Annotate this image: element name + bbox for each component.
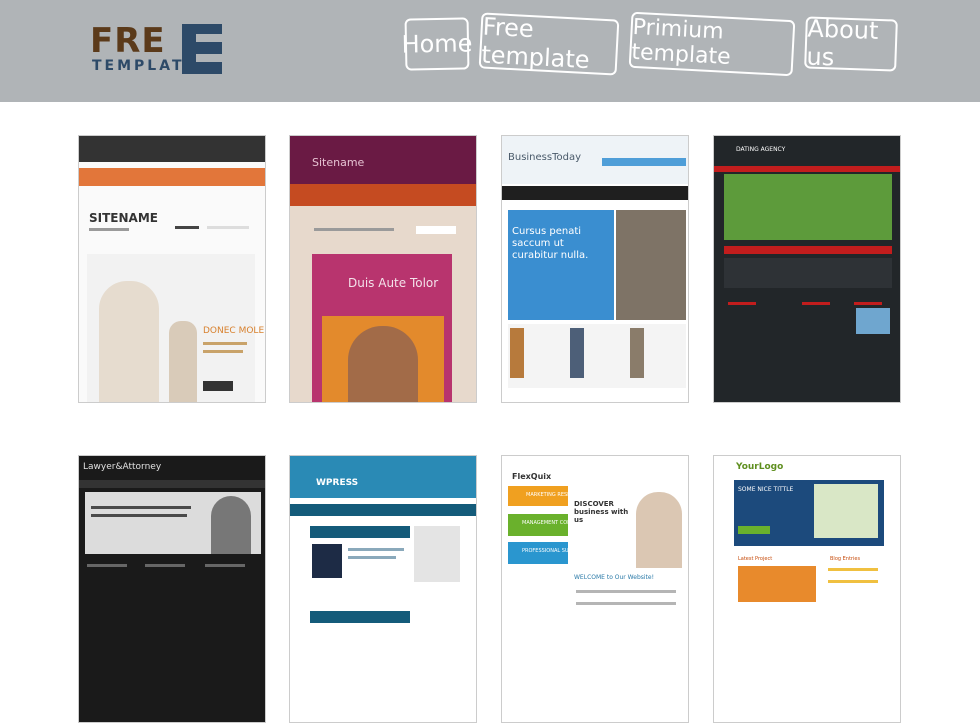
thumbnail-site-title: Lawyer&Attorney: [83, 462, 162, 472]
thumbnail-headline: Duis Aute Tolor: [348, 276, 439, 290]
logo-e-mark: [182, 24, 222, 74]
thumbnail-site-title: FlexQuix: [512, 472, 552, 481]
template-thumbnail-yourlogo[interactable]: YourLogo SOME NICE TITTLE Latest Project…: [713, 455, 901, 723]
thumbnail-side-1: Latest Project: [738, 556, 773, 562]
woman-photo: [636, 492, 682, 568]
template-thumbnail-business-today[interactable]: BusinessToday Cursus penati saccum ut cu…: [501, 135, 689, 403]
site-logo[interactable]: FRE TEMPLAT: [90, 22, 230, 78]
nav-about-us-button[interactable]: About us: [804, 14, 898, 72]
nav-primium-template-button[interactable]: Primium template: [628, 11, 796, 77]
thumbnail-sub: WELCOME to Our Website!: [574, 574, 655, 581]
thumbnail-side-1: MARKETING RESEARCH: [526, 492, 585, 498]
thumbnail-headline: DONEC MOLE: [203, 326, 265, 336]
template-thumbnail-purple[interactable]: Sitename Duis Aute Tolor: [289, 135, 477, 403]
thumbnail-site-title: Sitename: [312, 156, 365, 169]
template-thumbnail-dating-agency[interactable]: DATING AGENCY: [713, 135, 901, 403]
template-thumbnail-corporate[interactable]: SITENAME DONEC MOLE: [78, 135, 266, 403]
thumbnail-site-title: DATING AGENCY: [736, 146, 786, 153]
logo-text-bottom: TEMPLAT: [92, 58, 185, 74]
thumbnail-headline: SOME NICE TITTLE: [738, 486, 794, 493]
thumbnail-headline: DISCOVER business with us: [574, 500, 629, 524]
thumbnail-site-title: BusinessToday: [508, 152, 582, 163]
couple-image: [348, 326, 418, 402]
thumbnail-headline: Cursus penati saccum ut curabitur nulla.: [512, 226, 589, 261]
thumbnail-site-title: WPRESS: [316, 478, 359, 488]
site-header: FRE TEMPLAT Home Free template Primium t…: [0, 0, 980, 102]
template-thumbnail-lawyer[interactable]: Lawyer&Attorney: [78, 455, 266, 723]
thumbnail-side-3: PROFESSIONAL SUPPORT: [522, 548, 585, 554]
logo-text-top: FRE: [90, 21, 166, 61]
person-image: [99, 281, 159, 402]
thumbnail-site-title: YourLogo: [736, 462, 784, 472]
thumbnail-side-2: Blog Entries: [830, 556, 861, 562]
lawyer-photo: [211, 496, 251, 554]
thumbnail-site-title: SITENAME: [89, 211, 158, 225]
nav-free-template-button[interactable]: Free template: [478, 12, 620, 76]
template-thumbnail-flexquix[interactable]: FlexQuix MARKETING RESEARCH MANAGEMENT C…: [501, 455, 689, 723]
park-photo: [724, 174, 892, 240]
nav-home-button[interactable]: Home: [401, 17, 473, 71]
template-thumbnail-wppress[interactable]: WPRESS: [289, 455, 477, 723]
